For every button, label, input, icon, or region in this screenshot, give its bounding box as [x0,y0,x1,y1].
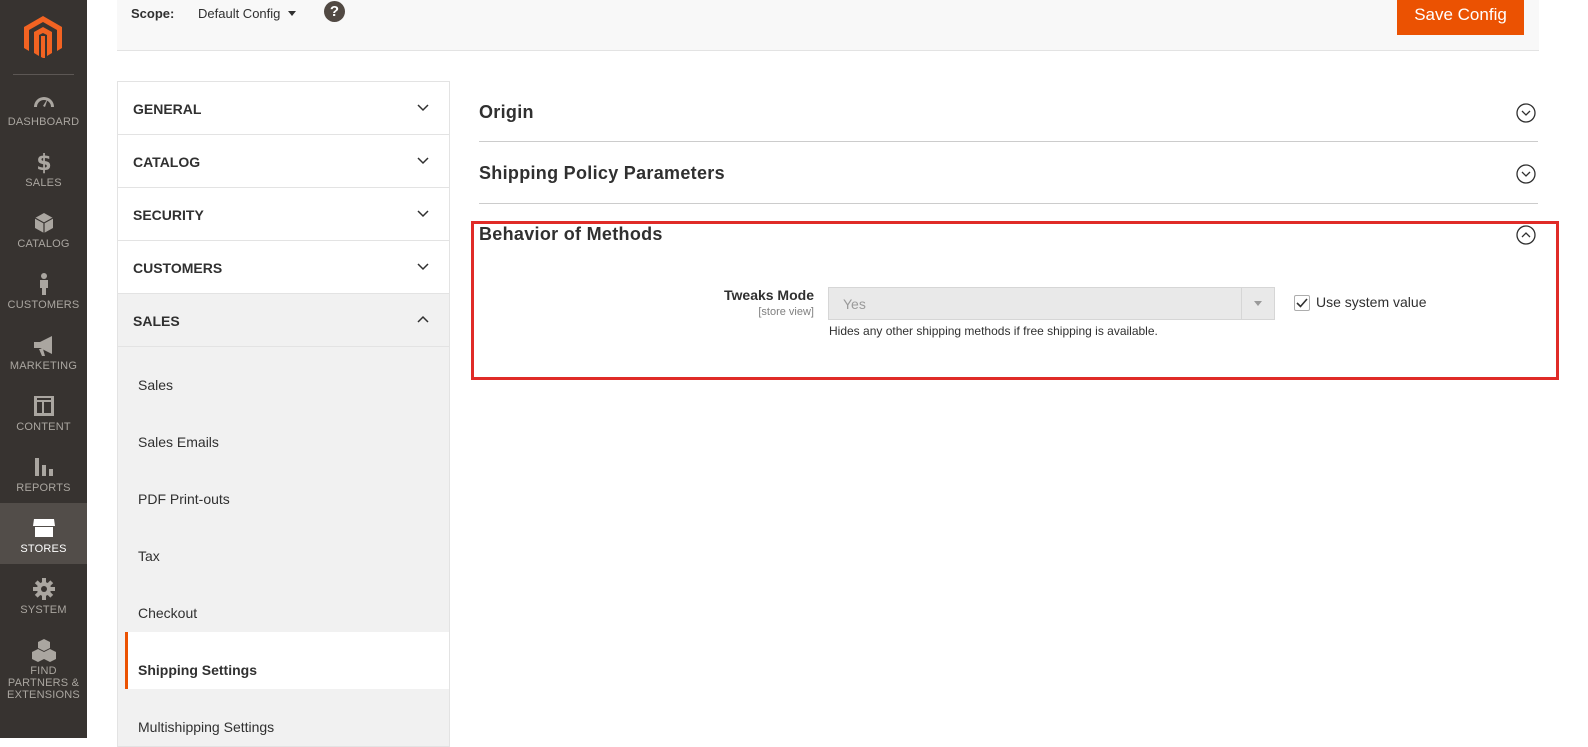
section-policy-title: Shipping Policy Parameters [479,163,725,183]
nav-customers-label: CUSTOMERS [7,299,80,311]
select-divider [1241,288,1242,319]
section-origin-title: Origin [479,102,534,122]
chevron-down-icon [1254,301,1262,306]
chevron-down-icon [417,157,429,165]
chevron-down-icon[interactable] [288,11,296,16]
tab-catalog-label: CATALOG [133,154,201,170]
nav-catalog[interactable]: CATALOG [0,210,87,271]
svg-text:$: $ [36,151,51,175]
magento-logo[interactable] [24,16,62,58]
nav-system-label: SYSTEM [20,604,67,616]
section-origin[interactable]: Origin [479,81,1538,142]
scope-label: Scope: [131,6,175,21]
nav-dashboard[interactable]: DASHBOARD [0,88,87,149]
sidebar-item-label: Checkout [138,605,198,621]
tab-sales-label: SALES [133,313,180,329]
sidebar-item-label: Sales Emails [138,434,219,450]
layout-icon [33,396,54,416]
megaphone-icon [33,336,52,356]
sidebar-item-shipping-settings[interactable]: Shipping Settings [125,632,449,689]
sidebar-item-pdf-printouts[interactable]: PDF Print-outs [118,461,449,518]
field-note: Hides any other shipping methods if free… [829,324,1158,338]
checkmark-icon [1296,298,1308,308]
use-system-value-label[interactable]: Use system value [1316,294,1426,310]
sidebar-item-checkout[interactable]: Checkout [118,575,449,632]
chevron-up-icon [417,315,429,323]
nav-stores-label: STORES [20,543,67,555]
dashboard-icon [33,97,54,107]
tab-catalog[interactable]: CATALOG [117,134,450,187]
tweaks-mode-label: Tweaks Mode [store view] [600,287,814,318]
use-system-value-checkbox[interactable] [1294,295,1310,311]
tab-customers[interactable]: CUSTOMERS [117,240,450,293]
sidebar-item-label: Shipping Settings [138,662,257,678]
help-icon[interactable]: ? [324,1,345,22]
nav-content[interactable]: CONTENT [0,393,87,454]
sidebar-item-label: Multishipping Settings [138,719,275,735]
nav-customers[interactable]: CUSTOMERS [0,271,87,332]
nav-system[interactable]: SYSTEM [0,576,87,637]
nav-marketing[interactable]: MARKETING [0,332,87,393]
field-label: Tweaks Mode [724,287,814,303]
scope-bar: Scope: Default Config ? Save Config [117,0,1539,51]
section-shipping-policy[interactable]: Shipping Policy Parameters [479,142,1538,203]
tab-general-label: GENERAL [133,101,202,117]
chevron-down-circle-icon[interactable] [1516,103,1536,123]
nav-stores[interactable]: STORES [0,503,87,564]
sidebar-item-label: PDF Print-outs [138,491,230,507]
sidebar-item-sales[interactable]: Sales [118,347,449,404]
admin-sidebar: DASHBOARD $ SALES CATALOG CUSTOMERS MARK… [0,0,87,738]
tab-security[interactable]: SECURITY [117,187,450,240]
tab-sales[interactable]: SALES [117,293,450,346]
sidebar-item-label: Tax [138,548,160,564]
sales-subitems: Sales Sales Emails PDF Print-outs Tax Ch… [117,346,450,747]
chevron-down-icon [417,263,429,271]
gear-icon [32,578,55,600]
tab-customers-label: CUSTOMERS [133,260,223,276]
chevron-down-circle-icon[interactable] [1516,164,1536,184]
box-icon [34,213,53,233]
chevron-down-icon [417,210,429,218]
dollar-icon: $ [36,151,51,175]
nav-find-partners[interactable]: FIND PARTNERS & EXTENSIONS [0,637,87,701]
chevron-down-icon [417,104,429,112]
tweaks-mode-select[interactable]: Yes [828,287,1275,320]
tab-general[interactable]: GENERAL [117,81,450,134]
config-tabs: GENERAL CATALOG SECURITY CUSTOMERS SALES… [117,81,450,747]
nav-sales-label: SALES [25,177,62,189]
nav-marketing-label: MARKETING [9,360,78,372]
tab-security-label: SECURITY [133,207,204,223]
nav-find-partners-label: FIND PARTNERS & EXTENSIONS [7,665,80,701]
scope-switcher[interactable]: Default Config [198,6,280,21]
sidebar-item-label: Sales [138,377,174,393]
cubes-icon [31,639,56,662]
sidebar-item-sales-emails[interactable]: Sales Emails [118,404,449,461]
nav-catalog-label: CATALOG [17,238,70,250]
bar-chart-icon [34,458,53,476]
person-icon [39,273,48,295]
store-icon [32,519,55,537]
field-scope: [store view] [758,306,814,318]
nav-sales[interactable]: $ SALES [0,149,87,210]
nav-dashboard-label: DASHBOARD [7,116,80,128]
save-config-button[interactable]: Save Config [1397,0,1524,35]
select-value: Yes [843,296,866,312]
nav-reports-label: REPORTS [16,482,71,494]
sidebar-item-tax[interactable]: Tax [118,518,449,575]
logo-separator [13,74,74,75]
sidebar-item-multishipping-settings[interactable]: Multishipping Settings [118,689,449,746]
nav-content-label: CONTENT [16,421,71,433]
